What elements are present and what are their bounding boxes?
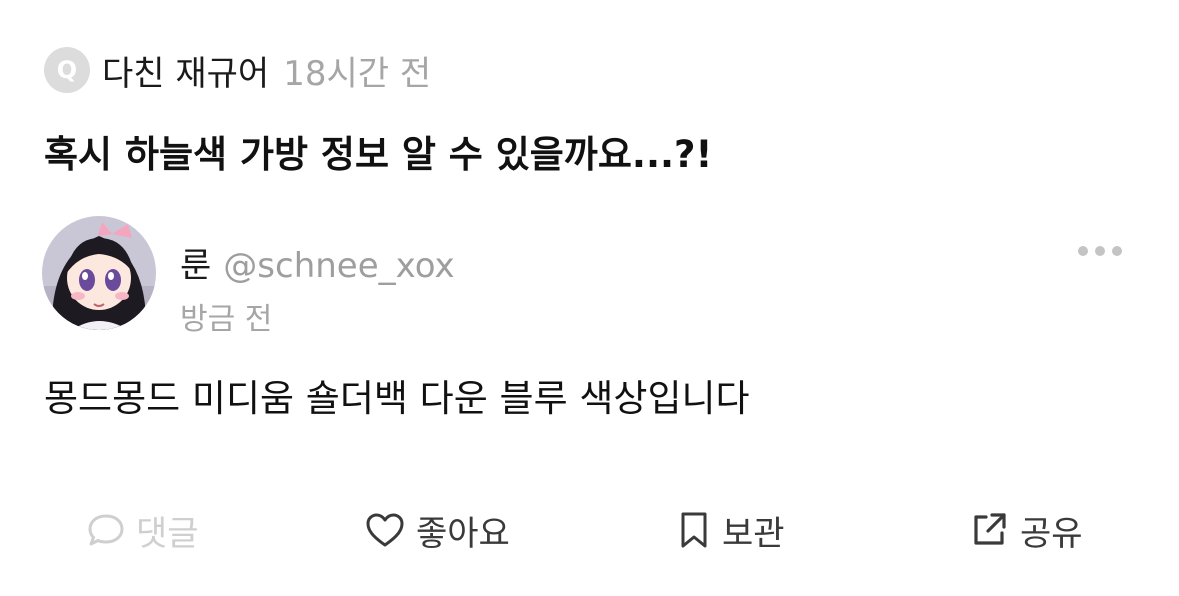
avatar-illustration (42, 216, 156, 330)
answerer-handle[interactable]: @schnee_xox (223, 246, 454, 286)
more-dot-icon (1112, 246, 1122, 256)
question-header: Q 다친 재규어 18시간 전 (44, 46, 432, 95)
question-badge: Q (44, 47, 90, 93)
bookmark-icon (681, 512, 707, 548)
share-label: 공유 (1020, 513, 1083, 554)
save-button[interactable]: 보관 (676, 500, 785, 560)
answer-text: 몽드몽드 미디움 숄더백 다운 블루 색상입니다 (44, 377, 750, 420)
answer-timestamp: 방금 전 (180, 302, 273, 337)
save-label: 보관 (722, 513, 785, 554)
answerer: 룬 @schnee_xox (180, 238, 455, 287)
comment-button[interactable]: 댓글 (86, 500, 199, 560)
qa-post: Q 다친 재규어 18시간 전 혹시 하늘색 가방 정보 알 수 있을까요...… (0, 0, 1179, 596)
answerer-name[interactable]: 룬 (180, 238, 211, 287)
share-button[interactable]: 공유 (968, 500, 1083, 560)
action-bar: 댓글 좋아요 보관 공유 (0, 500, 1179, 560)
like-button[interactable]: 좋아요 (364, 500, 510, 560)
heart-icon (366, 513, 404, 547)
more-options-button[interactable] (1078, 238, 1122, 264)
asker-name[interactable]: 다친 재규어 (102, 46, 269, 95)
question-timestamp: 18시간 전 (283, 53, 432, 94)
more-dot-icon (1078, 246, 1088, 256)
speech-bubble-icon (88, 514, 124, 546)
share-icon (974, 513, 1006, 545)
comment-label: 댓글 (136, 513, 199, 554)
more-dot-icon (1095, 246, 1105, 256)
avatar[interactable] (42, 216, 156, 330)
question-text: 혹시 하늘색 가방 정보 알 수 있을까요...?! (44, 133, 713, 176)
like-label: 좋아요 (416, 513, 510, 554)
